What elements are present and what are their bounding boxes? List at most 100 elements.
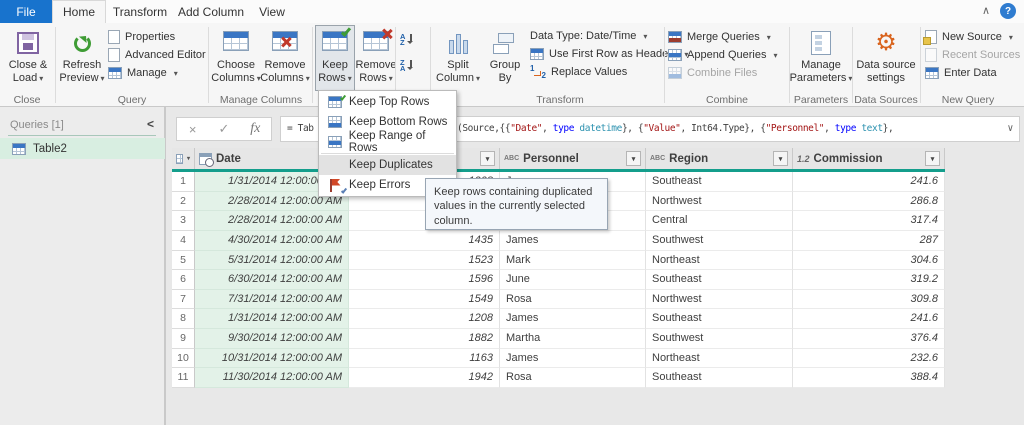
manage-parameters-button[interactable]: Manage Parameters ▾ xyxy=(790,25,852,91)
enter-data-button[interactable]: Enter Data xyxy=(925,64,1024,82)
filter-button[interactable]: ▾ xyxy=(480,151,495,166)
row-number[interactable]: 7 xyxy=(172,289,195,310)
cancel-icon[interactable]: × xyxy=(177,122,208,137)
menu-item-keep-duplicates[interactable]: Keep Duplicates xyxy=(319,155,456,175)
cell-region[interactable]: Southeast xyxy=(646,368,793,388)
row-number[interactable]: 3 xyxy=(172,211,195,231)
cell-region[interactable]: Southwest xyxy=(646,230,793,251)
menu-item-keep-range-of-rows[interactable]: Keep Range of Rows xyxy=(319,130,456,154)
keep-rows-button[interactable]: Keep Rows ▾ xyxy=(315,25,355,91)
row-number[interactable]: 5 xyxy=(172,250,195,271)
tab-home[interactable]: Home xyxy=(52,0,106,23)
cell-region[interactable]: Northwest xyxy=(646,289,793,310)
cell-personnel[interactable]: Mark xyxy=(500,250,646,271)
row-number[interactable]: 11 xyxy=(172,368,195,388)
cell-commission[interactable]: 286.8 xyxy=(793,191,945,212)
cell-personnel[interactable]: James xyxy=(500,230,646,251)
row-number[interactable]: 4 xyxy=(172,230,195,251)
cell-personnel[interactable]: Rosa xyxy=(500,289,646,310)
remove-rows-button[interactable]: Remove Rows ▾ xyxy=(356,25,396,91)
cell-commission[interactable]: 388.4 xyxy=(793,368,945,388)
manage-button[interactable]: Manage ▾ xyxy=(108,64,206,82)
cell-commission[interactable]: 304.6 xyxy=(793,250,945,271)
cell-personnel[interactable]: June xyxy=(500,270,646,290)
cell-commission[interactable]: 241.6 xyxy=(793,309,945,329)
cell-personnel[interactable]: Martha xyxy=(500,329,646,349)
row-number[interactable]: 1 xyxy=(172,172,195,192)
cell-date[interactable]: 11/30/2014 12:00:00 AM xyxy=(195,368,349,388)
new-source-button[interactable]: New Source ▾ xyxy=(923,28,1024,46)
cell-region[interactable]: Northeast xyxy=(646,348,793,369)
row-number[interactable]: 6 xyxy=(172,270,195,290)
cell-value[interactable]: 1942 xyxy=(349,368,500,388)
cell-date[interactable]: 9/30/2014 12:00:00 AM xyxy=(195,329,349,349)
cell-commission[interactable]: 376.4 xyxy=(793,329,945,349)
append-queries-button[interactable]: Append Queries ▾ xyxy=(668,46,778,64)
choose-columns-button[interactable]: Choose Columns ▾ xyxy=(211,25,261,91)
cell-date[interactable]: 5/31/2014 12:00:00 AM xyxy=(195,250,349,271)
menu-item-keep-bottom-rows[interactable]: Keep Bottom Rows xyxy=(319,112,456,132)
cell-value[interactable]: 1549 xyxy=(349,289,500,310)
column-header-personnel[interactable]: ABC Personnel ▾ xyxy=(500,148,646,169)
refresh-preview-button[interactable]: Refresh Preview ▾ xyxy=(58,25,106,91)
sort-descending-button[interactable]: ZA xyxy=(400,57,414,75)
cell-personnel[interactable]: Rosa xyxy=(500,368,646,388)
cell-value[interactable]: 1596 xyxy=(349,270,500,290)
merge-queries-button[interactable]: Merge Queries ▾ xyxy=(668,28,778,46)
commit-check-icon[interactable]: ✓ xyxy=(208,121,239,137)
cell-region[interactable]: Northwest xyxy=(646,191,793,212)
column-header-commission[interactable]: 1.2 Commission ▾ xyxy=(793,148,945,169)
cell-personnel[interactable]: James xyxy=(500,309,646,329)
close-and-load-button[interactable]: Close & Load ▾ xyxy=(4,25,52,91)
cell-region[interactable]: Southeast xyxy=(646,270,793,290)
cell-commission[interactable]: 241.6 xyxy=(793,172,945,192)
cell-date[interactable]: 6/30/2014 12:00:00 AM xyxy=(195,270,349,290)
cell-personnel[interactable]: James xyxy=(500,348,646,369)
sort-ascending-button[interactable]: AZ xyxy=(400,31,414,49)
fx-icon[interactable]: fx xyxy=(240,121,271,137)
cell-value[interactable]: 1435 xyxy=(349,230,500,251)
help-icon[interactable]: ? xyxy=(1000,3,1016,19)
cell-commission[interactable]: 317.4 xyxy=(793,211,945,231)
cell-value[interactable]: 1163 xyxy=(349,348,500,369)
row-number[interactable]: 2 xyxy=(172,191,195,212)
cell-commission[interactable]: 287 xyxy=(793,230,945,251)
cell-region[interactable]: Southeast xyxy=(646,172,793,192)
remove-columns-button[interactable]: Remove Columns ▾ xyxy=(260,25,310,91)
group-by-button[interactable]: Group By xyxy=(483,25,527,91)
cell-date[interactable]: 10/31/2014 12:00:00 AM xyxy=(195,348,349,369)
cell-date[interactable]: 1/31/2014 12:00:00 AM xyxy=(195,309,349,329)
filter-button[interactable]: ▾ xyxy=(773,151,788,166)
filter-button[interactable]: ▾ xyxy=(626,151,641,166)
cell-date[interactable]: 2/28/2014 12:00:00 AM xyxy=(195,211,349,231)
query-item-table2[interactable]: Table2 xyxy=(0,138,165,159)
pane-collapse-icon[interactable]: < xyxy=(147,117,154,131)
recent-sources-button[interactable]: Recent Sources ▾ xyxy=(925,46,1024,64)
row-number[interactable]: 8 xyxy=(172,309,195,329)
cell-date[interactable]: 4/30/2014 12:00:00 AM xyxy=(195,230,349,251)
cell-region[interactable]: Southwest xyxy=(646,329,793,349)
tab-file[interactable]: File xyxy=(0,0,52,23)
cell-region[interactable]: Southeast xyxy=(646,309,793,329)
tab-add-column[interactable]: Add Column xyxy=(174,0,248,23)
select-all-corner[interactable]: ▾ xyxy=(172,148,195,169)
cell-date[interactable]: 7/31/2014 12:00:00 AM xyxy=(195,289,349,310)
formula-expand-icon[interactable]: ∨ xyxy=(1007,117,1013,141)
data-source-settings-button[interactable]: ⚙ Data source settings xyxy=(855,25,917,91)
menu-item-keep-top-rows[interactable]: Keep Top Rows xyxy=(319,92,456,112)
cell-value[interactable]: 1523 xyxy=(349,250,500,271)
row-number[interactable]: 10 xyxy=(172,348,195,369)
cell-value[interactable]: 1882 xyxy=(349,329,500,349)
cell-region[interactable]: Northeast xyxy=(646,250,793,271)
pane-splitter[interactable] xyxy=(165,107,172,425)
filter-button[interactable]: ▾ xyxy=(925,151,940,166)
combine-files-button[interactable]: Combine Files xyxy=(668,64,778,82)
row-number[interactable]: 9 xyxy=(172,329,195,349)
column-header-region[interactable]: ABC Region ▾ xyxy=(646,148,793,169)
tab-transform[interactable]: Transform xyxy=(106,0,174,23)
cell-commission[interactable]: 232.6 xyxy=(793,348,945,369)
properties-button[interactable]: Properties xyxy=(108,28,206,46)
collapse-ribbon-icon[interactable]: ∧ xyxy=(982,4,990,17)
cell-region[interactable]: Central xyxy=(646,211,793,231)
advanced-editor-button[interactable]: Advanced Editor xyxy=(108,46,206,64)
